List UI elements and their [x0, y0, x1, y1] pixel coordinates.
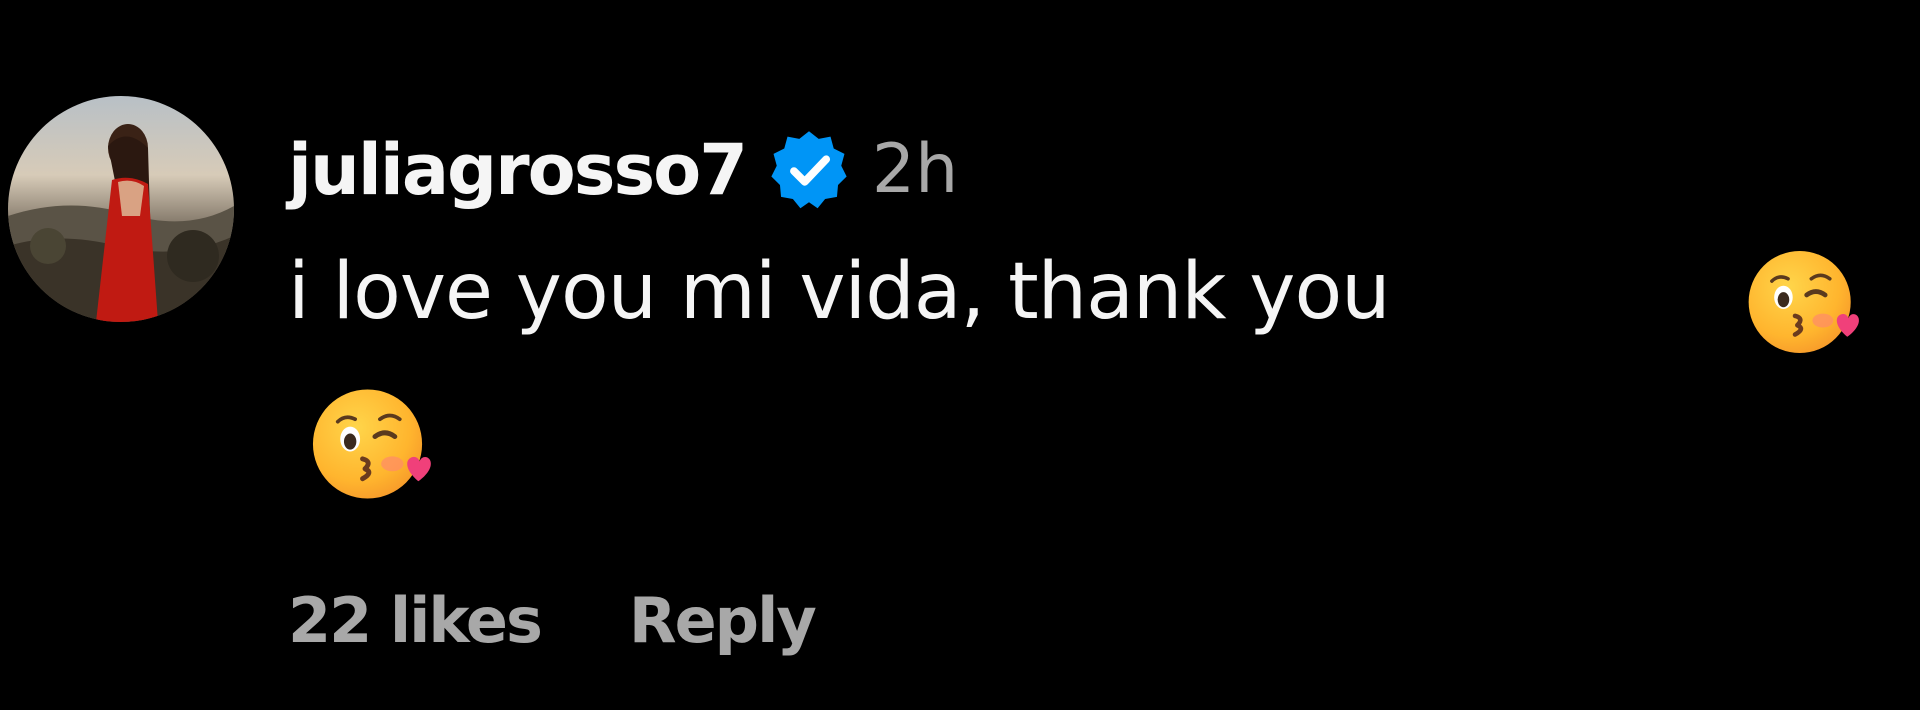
comment: juliagrosso7 2h i love you mi vida, than… [0, 0, 1920, 710]
kiss-emoji-icon [308, 382, 432, 506]
reply-button[interactable]: Reply [629, 590, 817, 652]
verified-badge-icon [766, 127, 852, 213]
likes-count[interactable]: 22 likes [288, 590, 543, 652]
username[interactable]: juliagrosso7 [288, 135, 748, 205]
kiss-emoji-icon [1744, 244, 1860, 360]
avatar[interactable] [8, 96, 234, 322]
comment-text: i love you mi vida, thank you [288, 247, 1391, 337]
comment-time: 2h [871, 130, 959, 209]
comment-header: juliagrosso7 2h [288, 120, 958, 220]
comment-actions: 22 likes Reply [288, 590, 817, 652]
avatar-image [8, 96, 234, 322]
